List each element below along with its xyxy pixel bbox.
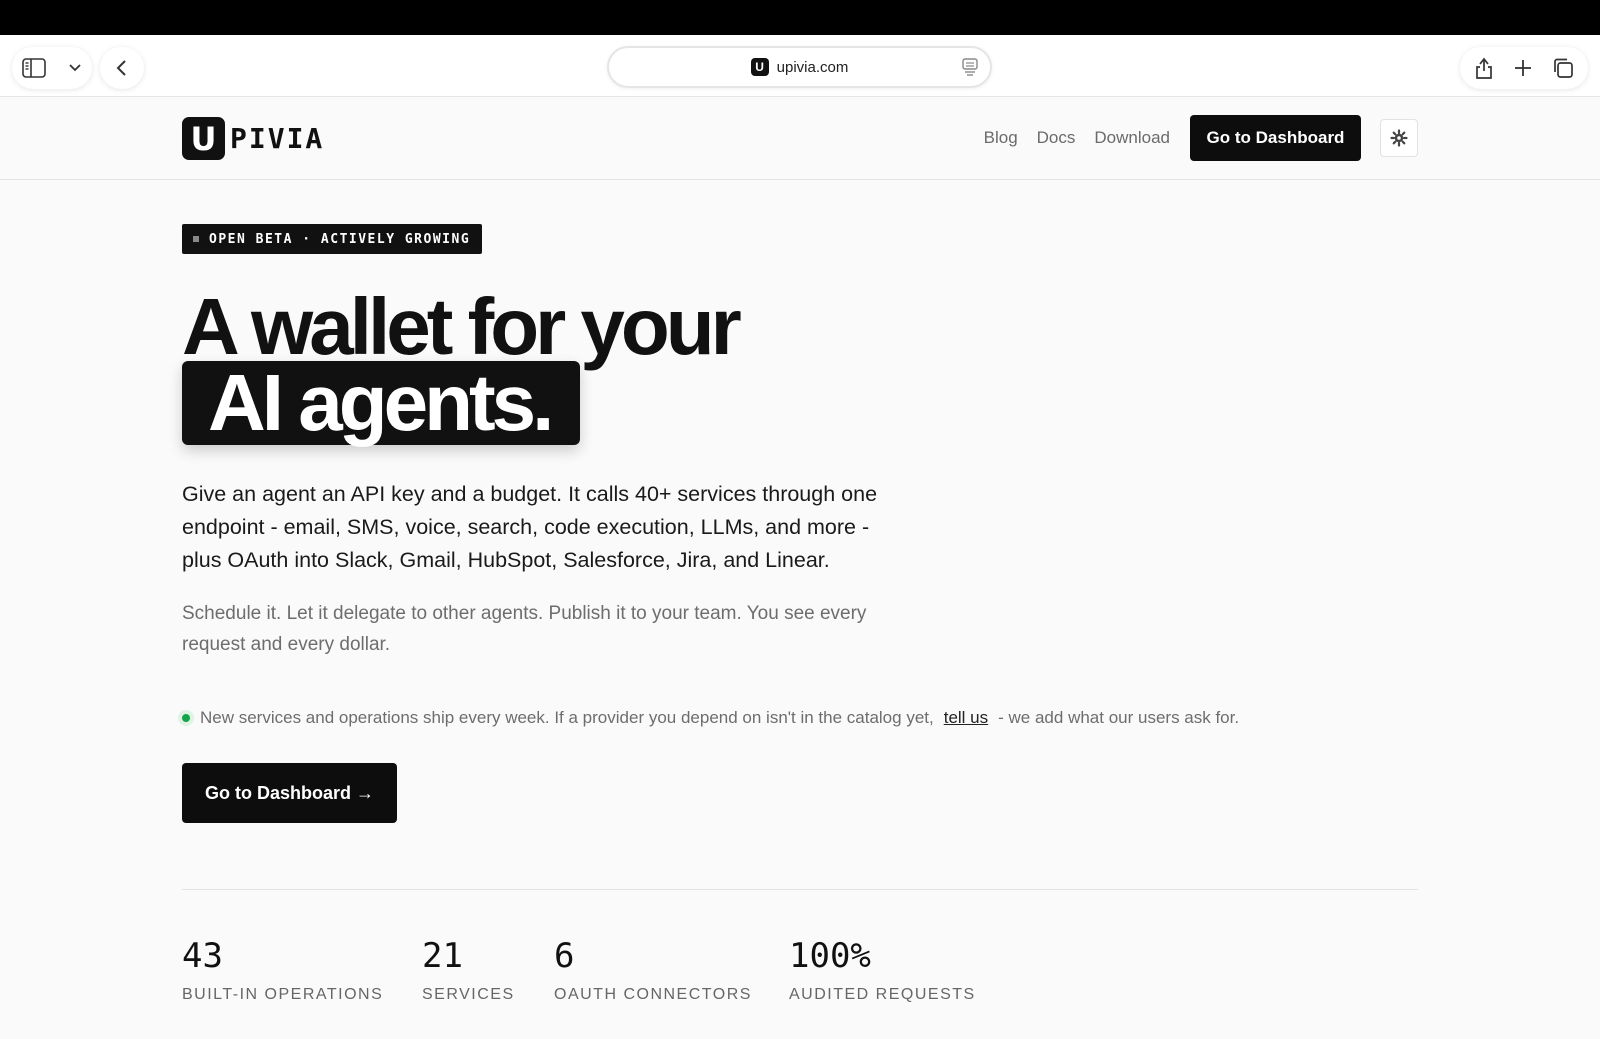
catalog-notice: New services and operations ship every w… <box>178 708 1239 728</box>
hero-sub-paragraph: Schedule it. Let it delegate to other ag… <box>182 603 867 655</box>
nav-link-docs[interactable]: Docs <box>1037 128 1076 148</box>
stat-label: BUILT-IN OPERATIONS <box>182 986 384 1003</box>
reader-mode-icon[interactable] <box>962 58 978 76</box>
url-text: upivia.com <box>776 58 849 76</box>
nav-link-blog[interactable]: Blog <box>984 128 1018 148</box>
stats-divider <box>182 889 1418 890</box>
sidebar-icon[interactable] <box>22 58 46 78</box>
back-button[interactable] <box>100 47 144 89</box>
tell-us-link[interactable]: tell us <box>944 708 988 728</box>
system-top-bar <box>0 0 1600 35</box>
hero-headline: A wallet for your AI agents. <box>182 282 742 445</box>
site-favicon: U <box>750 58 769 76</box>
beta-badge: OPEN BETA · ACTIVELY GROWING <box>182 224 483 254</box>
stat-value: 6 <box>554 936 575 976</box>
chevron-down-icon[interactable] <box>68 63 82 73</box>
stat-label: OAUTH CONNECTORS <box>554 986 752 1003</box>
headline-line-2: AI agents. <box>182 361 581 445</box>
browser-toolbar: U upivia.com <box>0 35 1600 97</box>
status-dot-icon <box>178 710 194 726</box>
gear-icon <box>1390 129 1408 147</box>
nav-link-download[interactable]: Download <box>1094 128 1170 148</box>
browser-actions-group <box>1460 47 1588 89</box>
stat-oauth-connectors: 6 OAUTH CONNECTORS <box>554 936 752 1004</box>
logo-text: PIVIA <box>230 122 325 155</box>
stat-value: 21 <box>422 936 463 976</box>
chevron-left-icon <box>116 60 126 76</box>
notice-text-after: - we add what our users ask for. <box>998 708 1240 727</box>
stat-audited-requests: 100% AUDITED REQUESTS <box>789 936 976 1004</box>
address-bar[interactable]: U upivia.com <box>607 46 992 88</box>
badge-square-icon <box>193 236 199 242</box>
stat-label: SERVICES <box>422 986 515 1003</box>
stat-value: 100% <box>789 936 871 976</box>
headline-line-1: A wallet for your <box>182 282 742 371</box>
stat-services: 21 SERVICES <box>422 936 515 1004</box>
logo-mark: U <box>182 117 225 160</box>
notice-text-before: New services and operations ship every w… <box>200 708 934 727</box>
header-dashboard-button[interactable]: Go to Dashboard <box>1190 115 1361 161</box>
stat-label: AUDITED REQUESTS <box>789 986 976 1003</box>
main-nav: Blog Docs Download Go to Dashboard <box>984 115 1418 161</box>
badge-text: OPEN BETA · ACTIVELY GROWING <box>209 231 471 247</box>
site-header: U PIVIA Blog Docs Download Go to Dashboa… <box>0 97 1600 180</box>
stat-value: 43 <box>182 936 223 976</box>
new-tab-plus-icon[interactable] <box>1513 58 1533 78</box>
hero-lead-paragraph: Give an agent an API key and a budget. I… <box>182 482 878 572</box>
share-icon[interactable] <box>1474 56 1494 80</box>
stat-built-in-operations: 43 BUILT-IN OPERATIONS <box>182 936 383 1004</box>
tabs-overview-icon[interactable] <box>1552 57 1574 79</box>
sidebar-toggle-group[interactable] <box>12 47 92 89</box>
theme-toggle-button[interactable] <box>1380 119 1418 157</box>
site-logo[interactable]: U PIVIA <box>182 117 324 160</box>
hero-dashboard-button[interactable]: Go to Dashboard → <box>182 763 397 823</box>
